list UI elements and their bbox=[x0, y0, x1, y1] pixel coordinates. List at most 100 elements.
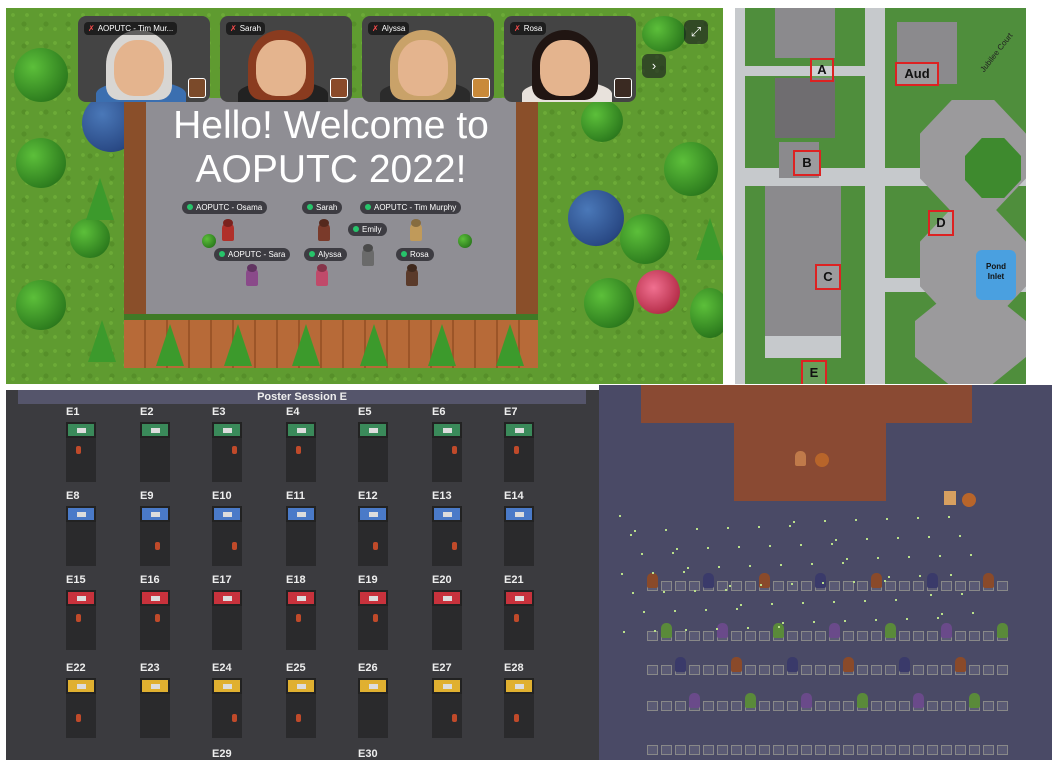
auditorium-seat[interactable] bbox=[829, 581, 840, 591]
booth-label[interactable]: E21 bbox=[504, 574, 524, 586]
player-name-tag[interactable]: AOPUTC - Tim Murphy bbox=[360, 201, 462, 214]
poster-board[interactable] bbox=[66, 678, 96, 694]
auditorium-seat[interactable] bbox=[871, 631, 882, 641]
booth-label[interactable]: E22 bbox=[66, 662, 86, 674]
auditorium-seat[interactable] bbox=[857, 581, 868, 591]
booth-label[interactable]: E23 bbox=[140, 662, 160, 674]
auditorium-seat[interactable] bbox=[871, 745, 882, 755]
booth-label[interactable]: E20 bbox=[432, 574, 452, 586]
auditorium-seat[interactable] bbox=[731, 701, 742, 711]
attendee-sprite[interactable] bbox=[296, 446, 301, 454]
booth-label[interactable]: E27 bbox=[432, 662, 452, 674]
attendee-sprite[interactable] bbox=[941, 623, 952, 638]
poster-board[interactable] bbox=[66, 422, 96, 438]
poster-board[interactable] bbox=[286, 678, 316, 694]
auditorium-seat[interactable] bbox=[661, 581, 672, 591]
booth-label[interactable]: E2 bbox=[140, 406, 153, 418]
attendee-sprite[interactable] bbox=[787, 657, 798, 672]
auditorium-seat[interactable] bbox=[885, 701, 896, 711]
auditorium-seat[interactable] bbox=[913, 665, 924, 675]
auditorium-seat[interactable] bbox=[717, 665, 728, 675]
video-tile[interactable]: ✗ Rosa bbox=[504, 16, 636, 102]
attendee-sprite[interactable] bbox=[717, 623, 728, 638]
auditorium-seat[interactable] bbox=[857, 745, 868, 755]
auditorium-seat[interactable] bbox=[731, 631, 742, 641]
attendee-sprite[interactable] bbox=[452, 542, 457, 550]
attendee-sprite[interactable] bbox=[955, 657, 966, 672]
auditorium-seat[interactable] bbox=[773, 745, 784, 755]
auditorium-seat[interactable] bbox=[871, 701, 882, 711]
auditorium-seat[interactable] bbox=[969, 665, 980, 675]
attendee-sprite[interactable] bbox=[927, 573, 938, 588]
auditorium-seat[interactable] bbox=[941, 745, 952, 755]
auditorium-seat[interactable] bbox=[941, 581, 952, 591]
auditorium-seat[interactable] bbox=[661, 701, 672, 711]
booth-label[interactable]: E14 bbox=[504, 490, 524, 502]
booth-label[interactable]: E5 bbox=[358, 406, 371, 418]
poster-board[interactable] bbox=[286, 590, 316, 606]
auditorium-seat[interactable] bbox=[689, 631, 700, 641]
attendee-sprite[interactable] bbox=[452, 714, 457, 722]
attendee-sprite[interactable] bbox=[232, 446, 237, 454]
attendee-sprite[interactable] bbox=[373, 614, 378, 622]
poster-board[interactable] bbox=[432, 678, 462, 694]
attendee-sprite[interactable] bbox=[76, 614, 81, 622]
auditorium-seat[interactable] bbox=[927, 745, 938, 755]
poster-board[interactable] bbox=[358, 678, 388, 694]
auditorium-seat[interactable] bbox=[969, 745, 980, 755]
booth-label[interactable]: E25 bbox=[286, 662, 306, 674]
poster-board[interactable] bbox=[358, 422, 388, 438]
auditorium-seat[interactable] bbox=[857, 631, 868, 641]
attendee-sprite[interactable] bbox=[857, 693, 868, 708]
booth-label[interactable]: E3 bbox=[212, 406, 225, 418]
auditorium-seat[interactable] bbox=[703, 701, 714, 711]
auditorium-seat[interactable] bbox=[913, 631, 924, 641]
auditorium-seat[interactable] bbox=[773, 581, 784, 591]
auditorium-seat[interactable] bbox=[899, 701, 910, 711]
attendee-sprite[interactable] bbox=[675, 657, 686, 672]
auditorium-seat[interactable] bbox=[787, 701, 798, 711]
auditorium-seat[interactable] bbox=[829, 745, 840, 755]
poster-board[interactable] bbox=[358, 590, 388, 606]
auditorium-seat[interactable] bbox=[647, 665, 658, 675]
attendee-sprite[interactable] bbox=[296, 614, 301, 622]
attendee-sprite[interactable] bbox=[452, 446, 457, 454]
video-tile[interactable]: ✗ Sarah bbox=[220, 16, 352, 102]
attendee-sprite[interactable] bbox=[703, 573, 714, 588]
auditorium-seat[interactable] bbox=[941, 665, 952, 675]
auditorium-seat[interactable] bbox=[647, 701, 658, 711]
attendee-sprite[interactable] bbox=[689, 693, 700, 708]
map-label-auditorium[interactable]: Aud bbox=[895, 62, 939, 86]
poster-board[interactable] bbox=[286, 422, 316, 438]
auditorium-seat[interactable] bbox=[801, 631, 812, 641]
poster-board[interactable] bbox=[432, 422, 462, 438]
attendee-sprite[interactable] bbox=[745, 693, 756, 708]
auditorium-seat[interactable] bbox=[689, 665, 700, 675]
attendee-sprite[interactable] bbox=[731, 657, 742, 672]
auditorium-seat[interactable] bbox=[913, 581, 924, 591]
player-sprite[interactable] bbox=[222, 223, 234, 241]
booth-label[interactable]: E11 bbox=[286, 490, 305, 502]
attendee-sprite[interactable] bbox=[373, 542, 378, 550]
auditorium-seat[interactable] bbox=[689, 745, 700, 755]
auditorium-seat[interactable] bbox=[829, 701, 840, 711]
auditorium-seat[interactable] bbox=[661, 745, 672, 755]
attendee-sprite[interactable] bbox=[232, 714, 237, 722]
auditorium-seat[interactable] bbox=[801, 581, 812, 591]
auditorium-seat[interactable] bbox=[843, 701, 854, 711]
booth-label[interactable]: E12 bbox=[358, 490, 378, 502]
auditorium-seat[interactable] bbox=[983, 701, 994, 711]
booth-label[interactable]: E24 bbox=[212, 662, 232, 674]
auditorium-seat[interactable] bbox=[955, 745, 966, 755]
booth-label[interactable]: E13 bbox=[432, 490, 452, 502]
poster-board[interactable] bbox=[358, 506, 388, 522]
poster-board[interactable] bbox=[504, 590, 534, 606]
attendee-sprite[interactable] bbox=[913, 693, 924, 708]
auditorium-seat[interactable] bbox=[717, 745, 728, 755]
auditorium-seat[interactable] bbox=[899, 581, 910, 591]
auditorium-seat[interactable] bbox=[703, 665, 714, 675]
poster-board[interactable] bbox=[140, 590, 170, 606]
map-label-c[interactable]: C bbox=[815, 264, 841, 290]
poster-board[interactable] bbox=[432, 590, 462, 606]
attendee-sprite[interactable] bbox=[661, 623, 672, 638]
